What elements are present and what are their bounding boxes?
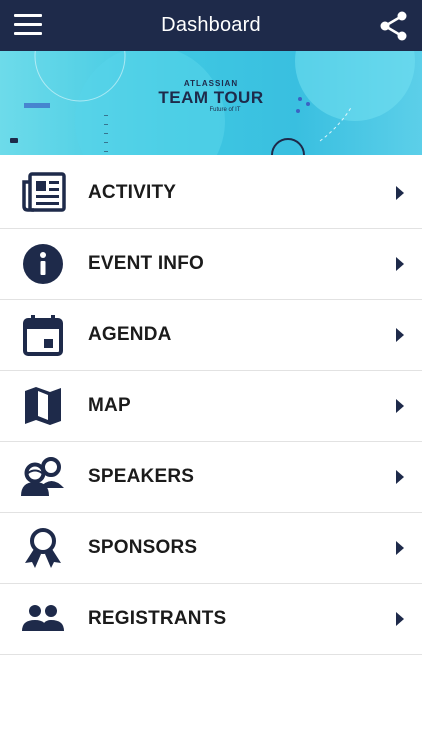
menu-item-speakers[interactable]: SPEAKERS <box>0 442 422 513</box>
chevron-right-icon <box>396 470 404 484</box>
menu-item-event-info[interactable]: EVENT INFO <box>0 229 422 300</box>
chevron-right-icon <box>396 612 404 626</box>
chevron-right-icon <box>396 328 404 342</box>
banner-brand: ATLASSIAN TEAM TOUR Future of IT <box>0 79 422 113</box>
menu-label-sponsors: SPONSORS <box>88 537 198 558</box>
menu-label-map: MAP <box>88 395 131 416</box>
speakers-icon <box>21 457 64 496</box>
share-icon[interactable] <box>380 11 408 41</box>
menu-label-event-info: EVENT INFO <box>88 253 205 274</box>
menu-item-agenda[interactable]: AGENDA <box>0 300 422 371</box>
top-bar: Dashboard <box>0 0 422 51</box>
menu-label-agenda: AGENDA <box>88 324 172 345</box>
menu-label-speakers: SPEAKERS <box>88 466 195 487</box>
newspaper-icon <box>22 172 66 212</box>
hamburger-menu-icon[interactable] <box>14 14 42 36</box>
brand-top-text: ATLASSIAN <box>183 79 239 88</box>
map-icon <box>25 387 61 425</box>
menu-item-registrants[interactable]: REGISTRANTS <box>0 584 422 655</box>
event-banner: ATLASSIAN TEAM TOUR Future of IT <box>0 51 422 155</box>
menu-item-sponsors[interactable]: SPONSORS <box>0 513 422 584</box>
menu-label-registrants: REGISTRANTS <box>88 608 227 629</box>
menu-label-activity: ACTIVITY <box>88 182 177 203</box>
info-icon <box>23 244 63 284</box>
menu-item-map[interactable]: MAP <box>0 371 422 442</box>
chevron-right-icon <box>396 186 404 200</box>
menu-item-activity[interactable]: ACTIVITY <box>0 158 422 229</box>
brand-main-text: TEAM TOUR <box>158 88 264 107</box>
brand-sub-text: Future of IT <box>209 107 241 113</box>
chevron-right-icon <box>396 541 404 555</box>
calendar-icon <box>23 315 63 356</box>
ribbon-award-icon <box>25 528 61 568</box>
chevron-right-icon <box>396 257 404 271</box>
page-title: Dashboard <box>161 14 261 36</box>
dashboard-menu: ACTIVITY EVENT INFO AGENDA MAP SPEAKERS … <box>0 158 422 655</box>
people-icon <box>22 605 64 631</box>
chevron-right-icon <box>396 399 404 413</box>
